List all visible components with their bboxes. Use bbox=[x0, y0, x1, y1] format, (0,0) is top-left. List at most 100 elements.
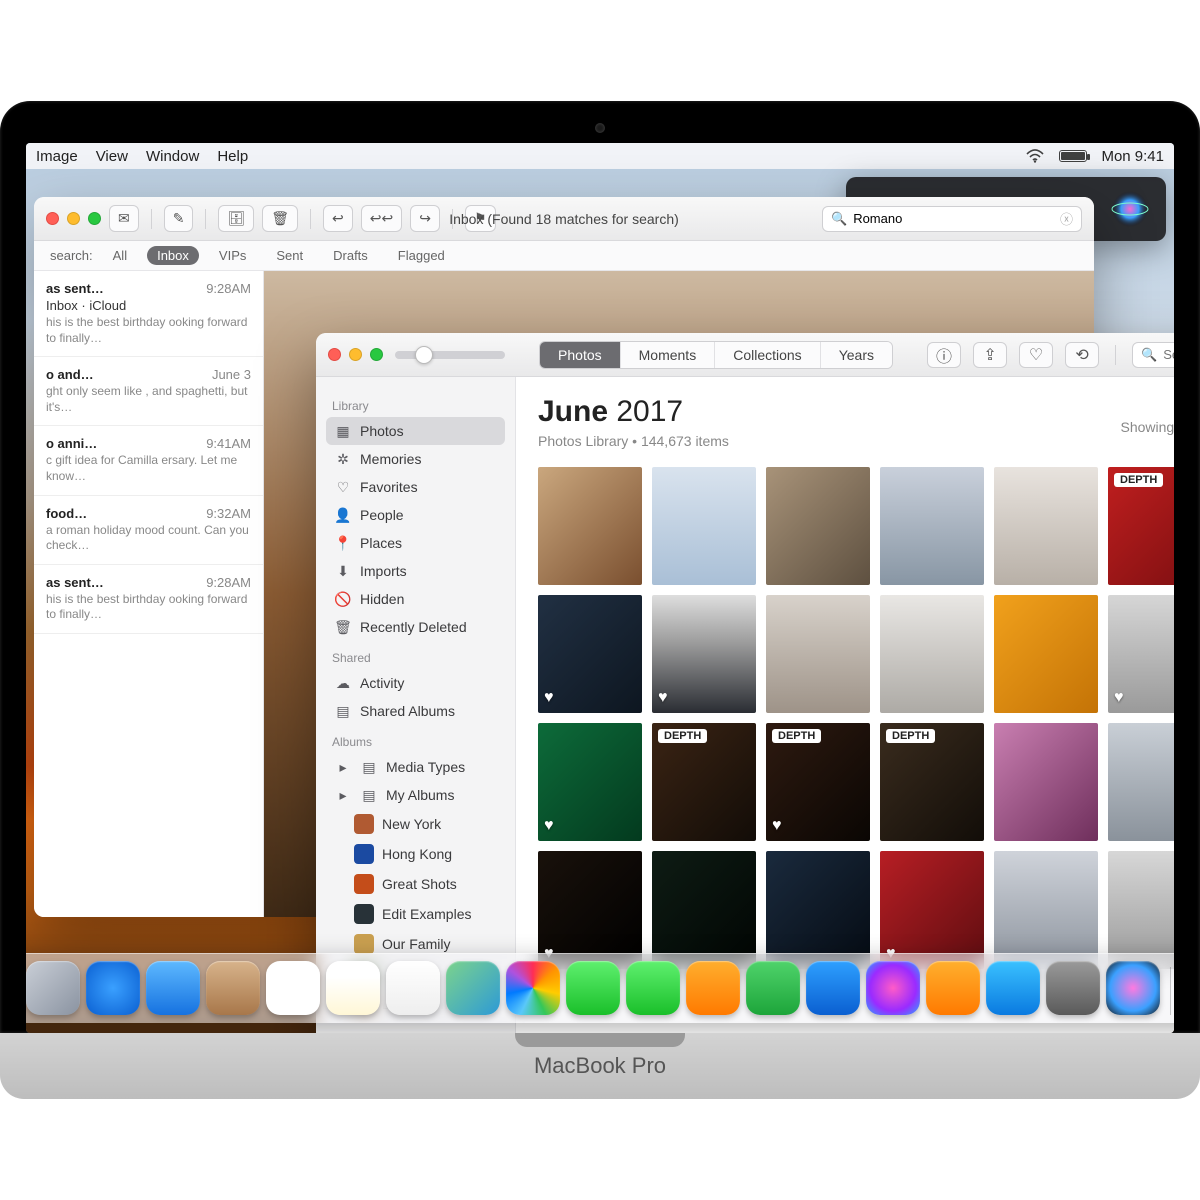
photo-thumbnail[interactable]: ♥ bbox=[538, 723, 642, 841]
sidebar-item-imports[interactable]: ⬇︎Imports bbox=[326, 557, 505, 585]
filter-flagged[interactable]: Flagged bbox=[388, 246, 455, 265]
sidebar-item-memories[interactable]: ✲Memories bbox=[326, 445, 505, 473]
delete-button[interactable]: 🗑︎ bbox=[262, 205, 298, 232]
photo-thumbnail[interactable] bbox=[994, 595, 1098, 713]
dock-app-calendar[interactable] bbox=[266, 961, 320, 1015]
mail-message-row[interactable]: as sent…9:28AMhis is the best birthday o… bbox=[34, 565, 263, 634]
photo-thumbnail[interactable] bbox=[994, 723, 1098, 841]
archive-button[interactable]: 🗄︎ bbox=[218, 205, 254, 232]
photo-thumbnail[interactable]: DEPTH♥ bbox=[766, 723, 870, 841]
get-mail-button[interactable]: ✉︎ bbox=[109, 205, 139, 232]
sidebar-item-photos[interactable]: ▦Photos bbox=[326, 417, 505, 445]
photo-thumbnail[interactable]: ♥ bbox=[1108, 595, 1174, 713]
zoom-button[interactable] bbox=[88, 212, 101, 225]
clear-icon[interactable]: ⓧ bbox=[1060, 209, 1073, 228]
sidebar-album-hong-kong[interactable]: Hong Kong bbox=[346, 839, 505, 869]
filter-sent[interactable]: Sent bbox=[266, 246, 313, 265]
sidebar-item-people[interactable]: 👤People bbox=[326, 501, 505, 529]
sidebar-item-favorites[interactable]: ♡Favorites bbox=[326, 473, 505, 501]
window-controls[interactable] bbox=[46, 212, 101, 225]
zoom-thumb[interactable] bbox=[415, 346, 433, 364]
menubar-item[interactable]: View bbox=[96, 148, 128, 165]
dock-app-pages[interactable] bbox=[686, 961, 740, 1015]
dock-app-itunes[interactable] bbox=[866, 961, 920, 1015]
wifi-icon[interactable] bbox=[1025, 149, 1045, 163]
menubar-clock[interactable]: Mon 9:41 bbox=[1101, 148, 1164, 165]
share-button[interactable]: ⇪ bbox=[973, 342, 1007, 368]
photo-thumbnail[interactable]: DEPTH bbox=[880, 723, 984, 841]
photo-thumbnail[interactable] bbox=[880, 467, 984, 585]
minimize-button[interactable] bbox=[67, 212, 80, 225]
dock-app-launchpad[interactable] bbox=[26, 961, 80, 1015]
filter-all[interactable]: All bbox=[103, 246, 137, 265]
menubar-item[interactable]: Help bbox=[217, 148, 248, 165]
dock-app-messages[interactable] bbox=[566, 961, 620, 1015]
photo-thumbnail[interactable] bbox=[766, 467, 870, 585]
zoom-slider[interactable] bbox=[395, 351, 505, 359]
photo-thumbnail[interactable] bbox=[880, 595, 984, 713]
photo-thumbnail[interactable] bbox=[766, 595, 870, 713]
reply-all-button[interactable]: ↩︎↩︎ bbox=[361, 205, 402, 232]
sidebar-item-activity[interactable]: ☁︎Activity bbox=[326, 669, 505, 697]
menubar-item[interactable]: Window bbox=[146, 148, 199, 165]
battery-icon[interactable] bbox=[1059, 150, 1087, 162]
photo-thumbnail[interactable] bbox=[994, 851, 1098, 969]
sidebar-item-shared-albums[interactable]: ▤Shared Albums bbox=[326, 697, 505, 725]
photos-search-input[interactable] bbox=[1163, 347, 1174, 362]
dock-app-notes[interactable] bbox=[326, 961, 380, 1015]
dock-app-mail[interactable] bbox=[146, 961, 200, 1015]
mail-titlebar[interactable]: ✉︎ ✎ 🗄︎ 🗑︎ ↩︎ ↩︎↩︎ ↪︎ ⚑ Inbox (Found 18 … bbox=[34, 197, 1094, 241]
dock-app-facetime[interactable] bbox=[626, 961, 680, 1015]
dock-app-safari[interactable] bbox=[86, 961, 140, 1015]
zoom-button[interactable] bbox=[370, 348, 383, 361]
dock-app-keynote[interactable] bbox=[806, 961, 860, 1015]
photos-search[interactable]: 🔍 bbox=[1132, 342, 1174, 368]
photos-content[interactable]: June 2017 Photos Library • 144,673 items… bbox=[516, 377, 1174, 1033]
rotate-button[interactable]: ⟲ bbox=[1065, 342, 1099, 368]
mail-message-row[interactable]: o anni…9:41AMc gift idea for Camilla ers… bbox=[34, 426, 263, 495]
favorite-button[interactable]: ♡ bbox=[1019, 342, 1053, 368]
mail-message-row[interactable]: food…9:32AMa roman holiday mood count. C… bbox=[34, 496, 263, 565]
sidebar-item-hidden[interactable]: 🚫Hidden bbox=[326, 585, 505, 613]
mail-message-list[interactable]: as sent…9:28AMInbox · iCloudhis is the b… bbox=[34, 271, 264, 917]
photo-thumbnail[interactable] bbox=[652, 851, 756, 969]
sidebar-item-recently-deleted[interactable]: 🗑︎Recently Deleted bbox=[326, 613, 505, 641]
photo-thumbnail[interactable] bbox=[766, 851, 870, 969]
minimize-button[interactable] bbox=[349, 348, 362, 361]
photos-showing[interactable]: Showing: All P bbox=[1121, 419, 1175, 435]
sidebar-album-edit-examples[interactable]: Edit Examples bbox=[346, 899, 505, 929]
filter-inbox[interactable]: Inbox bbox=[147, 246, 199, 265]
photo-thumbnail[interactable] bbox=[538, 467, 642, 585]
segment-moments[interactable]: Moments bbox=[621, 342, 716, 368]
dock-app-numbers[interactable] bbox=[746, 961, 800, 1015]
segment-years[interactable]: Years bbox=[821, 342, 892, 368]
dock-app-photos[interactable] bbox=[506, 961, 560, 1015]
forward-button[interactable]: ↪︎ bbox=[410, 205, 440, 232]
photo-thumbnail[interactable]: DEPTH bbox=[652, 723, 756, 841]
photo-thumbnail[interactable]: ♥ bbox=[538, 595, 642, 713]
dock-app-maps[interactable] bbox=[446, 961, 500, 1015]
photo-thumbnail[interactable]: ♥ bbox=[652, 595, 756, 713]
sidebar-album-great-shots[interactable]: Great Shots bbox=[346, 869, 505, 899]
dock-app-reminders[interactable] bbox=[386, 961, 440, 1015]
filter-drafts[interactable]: Drafts bbox=[323, 246, 378, 265]
photo-thumbnail[interactable]: ♥ bbox=[538, 851, 642, 969]
dock-app-contacts[interactable] bbox=[206, 961, 260, 1015]
menubar-item[interactable]: Image bbox=[36, 148, 78, 165]
dock-app-siri[interactable] bbox=[1106, 961, 1160, 1015]
mail-message-row[interactable]: o and…June 3ght only seem like , and spa… bbox=[34, 357, 263, 426]
segment-photos[interactable]: Photos bbox=[540, 342, 621, 368]
photo-thumbnail[interactable] bbox=[994, 467, 1098, 585]
close-button[interactable] bbox=[46, 212, 59, 225]
filter-vips[interactable]: VIPs bbox=[209, 246, 256, 265]
dock-app-preferences[interactable] bbox=[1046, 961, 1100, 1015]
photos-titlebar[interactable]: Photos Moments Collections Years ⓘ ⇪ ♡ ⟲… bbox=[316, 333, 1174, 377]
photo-thumbnail[interactable] bbox=[1108, 851, 1174, 969]
reply-button[interactable]: ↩︎ bbox=[323, 205, 353, 232]
dock-app-appstore[interactable] bbox=[986, 961, 1040, 1015]
sidebar-album-new-york[interactable]: New York bbox=[346, 809, 505, 839]
close-button[interactable] bbox=[328, 348, 341, 361]
sidebar-item-places[interactable]: 📍Places bbox=[326, 529, 505, 557]
photo-thumbnail[interactable] bbox=[652, 467, 756, 585]
photo-thumbnail[interactable] bbox=[1108, 723, 1174, 841]
